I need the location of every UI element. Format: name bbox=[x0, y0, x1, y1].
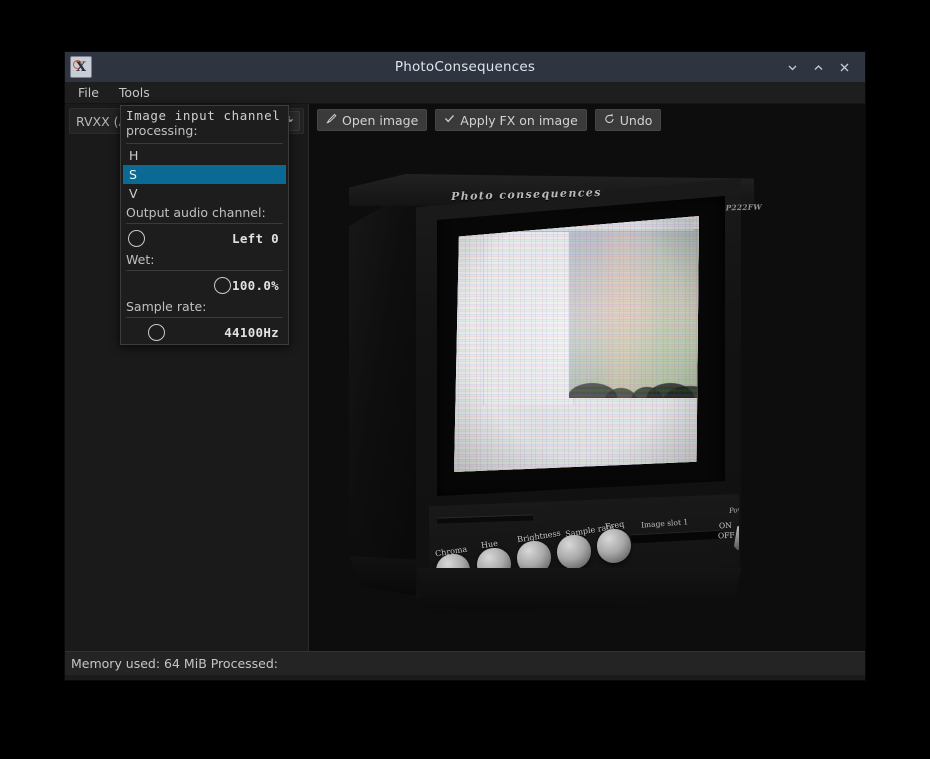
monitor-side-panel bbox=[349, 186, 419, 586]
undo-button[interactable]: Undo bbox=[594, 109, 662, 131]
close-button[interactable] bbox=[831, 54, 857, 80]
popup-option-v[interactable]: V bbox=[123, 184, 286, 203]
knob-freq[interactable] bbox=[597, 529, 631, 563]
sample-rate-label: Sample rate: bbox=[126, 299, 207, 315]
power-off-label: OFF bbox=[717, 530, 735, 541]
rendered-scene: Photo consequences MultiProcessing P222F… bbox=[309, 104, 865, 651]
application-window: X PhotoConsequences File Tools RVXX Imag… bbox=[65, 52, 865, 680]
undo-label: Undo bbox=[619, 112, 653, 128]
output-audio-channel-value: Left 0 bbox=[232, 230, 279, 246]
apply-fx-button[interactable]: Apply FX on image bbox=[435, 109, 587, 131]
sample-rate-slider[interactable]: 44100Hz bbox=[123, 320, 286, 344]
plugin-sidebar: RVXX (Audio Assault) Image input channel… bbox=[65, 104, 309, 651]
canvas-toolbar: Open image Apply FX on image Undo bbox=[317, 109, 662, 131]
open-image-label: Open image bbox=[342, 112, 419, 128]
wet-slider[interactable]: 100.0% bbox=[123, 273, 286, 297]
popup-title: Image input channel bbox=[126, 108, 281, 123]
popup-option-s[interactable]: S bbox=[123, 165, 286, 185]
monitor-screen[interactable] bbox=[454, 216, 699, 472]
menu-bar: File Tools bbox=[65, 82, 865, 104]
image-slot-label: Image slot 1 bbox=[640, 517, 689, 530]
status-bar: Memory used: 64 MiB Processed: bbox=[65, 651, 865, 675]
status-text: Memory used: 64 MiB Processed: bbox=[71, 656, 278, 671]
monitor-bottom-shadow bbox=[349, 556, 427, 598]
popup-option-h[interactable]: H bbox=[123, 146, 286, 165]
slider-knob-wet[interactable] bbox=[214, 276, 231, 294]
slider-knob-output[interactable] bbox=[128, 229, 145, 247]
popup-divider-4 bbox=[126, 317, 283, 319]
output-audio-channel-slider[interactable]: Left 0 bbox=[123, 226, 286, 250]
popup-divider-2 bbox=[126, 223, 283, 225]
apply-fx-label: Apply FX on image bbox=[460, 112, 578, 128]
wet-value: 100.0% bbox=[232, 277, 279, 293]
screen-glitch-scanlines bbox=[454, 216, 699, 472]
minimize-button[interactable] bbox=[779, 54, 805, 80]
monitor-vent-slot bbox=[436, 514, 534, 524]
maximize-button[interactable] bbox=[805, 54, 831, 80]
chevron-down-icon bbox=[788, 65, 796, 70]
title-bar[interactable]: X PhotoConsequences bbox=[65, 52, 865, 82]
sample-rate-value: 44100Hz bbox=[224, 324, 279, 340]
menu-item-tools[interactable]: Tools bbox=[116, 84, 153, 101]
chevron-up-icon bbox=[814, 64, 822, 70]
check-icon bbox=[444, 113, 455, 127]
power-on-label: ON bbox=[718, 520, 732, 531]
window-body: RVXX (Audio Assault) Image input channel… bbox=[65, 104, 865, 651]
wet-label: Wet: bbox=[126, 252, 155, 268]
crt-monitor-model[interactable]: Photo consequences MultiProcessing P222F… bbox=[349, 164, 819, 614]
window-title: PhotoConsequences bbox=[394, 59, 536, 75]
window-controls bbox=[779, 54, 865, 80]
pen-icon bbox=[326, 113, 337, 127]
open-image-button[interactable]: Open image bbox=[317, 109, 428, 131]
close-icon bbox=[840, 63, 848, 71]
popup-divider-1 bbox=[126, 143, 283, 145]
power-switch[interactable] bbox=[734, 522, 739, 550]
image-canvas-area[interactable]: Open image Apply FX on image Undo Photo … bbox=[309, 104, 865, 651]
image-slot-reader[interactable] bbox=[630, 529, 724, 544]
popup-divider-3 bbox=[126, 270, 283, 272]
monitor-front-chin bbox=[416, 568, 741, 614]
slider-knob-samplerate[interactable] bbox=[148, 323, 165, 341]
menu-item-file[interactable]: File bbox=[75, 84, 102, 101]
window-app-icon: X bbox=[70, 56, 92, 78]
popup-subtitle: processing: bbox=[126, 123, 198, 139]
undo-icon bbox=[604, 113, 615, 127]
knob-sample-rate[interactable] bbox=[557, 535, 591, 569]
image-input-channel-popup[interactable]: Image input channel processing: H S V Ou… bbox=[120, 105, 289, 346]
output-audio-channel-label: Output audio channel: bbox=[126, 205, 266, 221]
